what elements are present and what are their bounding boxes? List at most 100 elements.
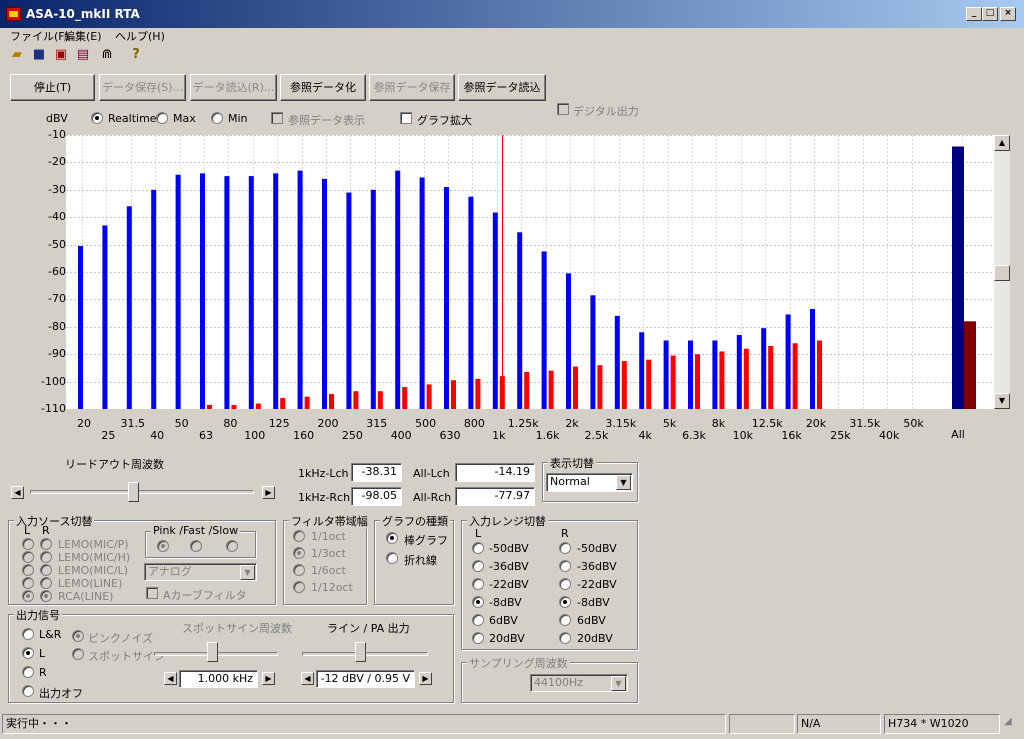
ref-load-button[interactable]: 参照データ読込 bbox=[458, 74, 546, 101]
filter-bw-label: 1/3oct bbox=[311, 547, 346, 560]
data-load-button[interactable]: データ読込(R)... bbox=[190, 74, 277, 101]
chart-scrollbar[interactable]: ▲ ▼ bbox=[994, 135, 1010, 409]
line-pa-value[interactable]: -12 dBV / 0.95 V bbox=[316, 670, 415, 688]
spot-freq-value[interactable]: 1.000 kHz bbox=[179, 670, 258, 688]
graph-zoom-checkbox[interactable] bbox=[400, 112, 412, 124]
slow-radio[interactable] bbox=[226, 540, 238, 552]
filter-bw-radio[interactable] bbox=[293, 564, 305, 576]
leadout-right-button[interactable]: ▶ bbox=[262, 486, 275, 499]
filter-bw-radio[interactable] bbox=[293, 581, 305, 593]
pink-radio[interactable] bbox=[157, 540, 169, 552]
stop-button[interactable]: 停止(T) bbox=[10, 74, 95, 101]
scroll-thumb[interactable] bbox=[994, 265, 1010, 281]
leadout-left-button[interactable]: ◀ bbox=[11, 486, 24, 499]
source-r-radio[interactable] bbox=[40, 538, 52, 550]
menu-file[interactable]: ファイル(F) bbox=[10, 28, 69, 44]
source-label: LEMO(MIC/L) bbox=[58, 564, 129, 577]
print-icon[interactable]: ▤ bbox=[75, 47, 91, 63]
range-l-radio[interactable] bbox=[472, 614, 484, 626]
a-filter-checkbox[interactable] bbox=[146, 587, 158, 599]
line-pa-left-button[interactable]: ◀ bbox=[301, 672, 314, 685]
resize-grip-icon[interactable]: ◢ bbox=[1004, 716, 1012, 727]
close-button[interactable]: × bbox=[1000, 7, 1016, 21]
line-pa-thumb[interactable] bbox=[354, 642, 366, 662]
unit-label: dBV bbox=[46, 112, 68, 125]
range-r-radio[interactable] bbox=[559, 542, 571, 554]
range-r-radio[interactable] bbox=[559, 560, 571, 572]
save-icon[interactable]: ■ bbox=[31, 47, 47, 63]
spot-freq-left-button[interactable]: ◀ bbox=[164, 672, 177, 685]
source-r-radio[interactable] bbox=[40, 551, 52, 563]
source-l-radio[interactable] bbox=[22, 551, 34, 563]
filter-bw-radio[interactable] bbox=[293, 530, 305, 542]
range-r-label: -8dBV bbox=[577, 596, 610, 609]
spot-freq-thumb[interactable] bbox=[207, 642, 219, 662]
max-radio[interactable] bbox=[156, 112, 168, 124]
rch-bar bbox=[207, 404, 212, 409]
export-icon[interactable]: ▣ bbox=[53, 47, 69, 63]
source-r-radio[interactable] bbox=[40, 564, 52, 576]
output-radio[interactable] bbox=[22, 666, 34, 678]
range-l-radio[interactable] bbox=[472, 632, 484, 644]
range-r-radio[interactable] bbox=[559, 596, 571, 608]
source-r-radio[interactable] bbox=[40, 590, 52, 602]
leadout-thumb[interactable] bbox=[128, 482, 140, 502]
chevron-down-icon[interactable]: ▼ bbox=[611, 676, 626, 691]
range-r-radio[interactable] bbox=[559, 614, 571, 626]
filter-bw-radio[interactable] bbox=[293, 547, 305, 559]
clip-icon[interactable]: ⋒ bbox=[99, 47, 115, 63]
lch-bar bbox=[248, 176, 254, 409]
lch-bar bbox=[102, 225, 108, 409]
analog-select[interactable]: アナログ ▼ bbox=[144, 563, 257, 581]
open-icon[interactable]: ▰ bbox=[9, 47, 25, 63]
lch-bar bbox=[419, 177, 425, 409]
chevron-down-icon[interactable]: ▼ bbox=[240, 565, 255, 580]
range-r-radio[interactable] bbox=[559, 578, 571, 590]
line-pa-right-button[interactable]: ▶ bbox=[419, 672, 432, 685]
source-l-radio[interactable] bbox=[22, 577, 34, 589]
min-radio[interactable] bbox=[211, 112, 223, 124]
ref-data-button[interactable]: 参照データ化 bbox=[280, 74, 366, 101]
scroll-down-button[interactable]: ▼ bbox=[994, 393, 1010, 409]
help-icon[interactable]: ? bbox=[128, 47, 144, 63]
minimize-button[interactable]: _ bbox=[966, 7, 982, 21]
maximize-button[interactable]: □ bbox=[982, 7, 998, 21]
output-label: L&R bbox=[39, 628, 62, 641]
scroll-up-button[interactable]: ▲ bbox=[994, 135, 1010, 151]
range-l-radio[interactable] bbox=[472, 542, 484, 554]
source-l-radio[interactable] bbox=[22, 564, 34, 576]
data-save-button[interactable]: データ保存(S)... bbox=[99, 74, 186, 101]
range-l-radio[interactable] bbox=[472, 596, 484, 608]
pink-noise-radio[interactable] bbox=[72, 630, 84, 642]
menu-help[interactable]: ヘルプ(H) bbox=[115, 28, 165, 44]
ref-display-label: 参照データ表示 bbox=[288, 114, 365, 127]
leadout-track[interactable] bbox=[30, 490, 254, 494]
realtime-radio[interactable] bbox=[91, 112, 103, 124]
menu-edit[interactable]: 編集(E) bbox=[64, 28, 102, 44]
range-l-radio[interactable] bbox=[472, 560, 484, 572]
ref-display-checkbox[interactable] bbox=[271, 112, 283, 124]
source-l-radio[interactable] bbox=[22, 590, 34, 602]
output-radio[interactable] bbox=[22, 685, 34, 697]
lch-bar bbox=[761, 328, 767, 409]
fast-radio[interactable] bbox=[190, 540, 202, 552]
chevron-down-icon[interactable]: ▼ bbox=[616, 475, 631, 490]
x-tick-label: 16k bbox=[781, 429, 802, 442]
spot-freq-right-button[interactable]: ▶ bbox=[262, 672, 275, 685]
output-radio[interactable] bbox=[22, 628, 34, 640]
range-l-radio[interactable] bbox=[472, 578, 484, 590]
digital-out-checkbox[interactable] bbox=[557, 103, 569, 115]
lch-bar bbox=[468, 196, 474, 409]
lch-bar bbox=[126, 206, 132, 409]
range-l-label: 20dBV bbox=[489, 632, 525, 645]
display-switch-select[interactable]: Normal ▼ bbox=[546, 473, 633, 492]
source-l-radio[interactable] bbox=[22, 538, 34, 550]
bar-graph-radio[interactable] bbox=[386, 532, 398, 544]
sampling-select[interactable]: 44100Hz ▼ bbox=[530, 674, 628, 692]
output-radio[interactable] bbox=[22, 647, 34, 659]
line-graph-radio[interactable] bbox=[386, 552, 398, 564]
source-r-radio[interactable] bbox=[40, 577, 52, 589]
range-r-radio[interactable] bbox=[559, 632, 571, 644]
spot-sine-radio[interactable] bbox=[72, 648, 84, 660]
ref-save-button[interactable]: 参照データ保存 bbox=[369, 74, 455, 101]
